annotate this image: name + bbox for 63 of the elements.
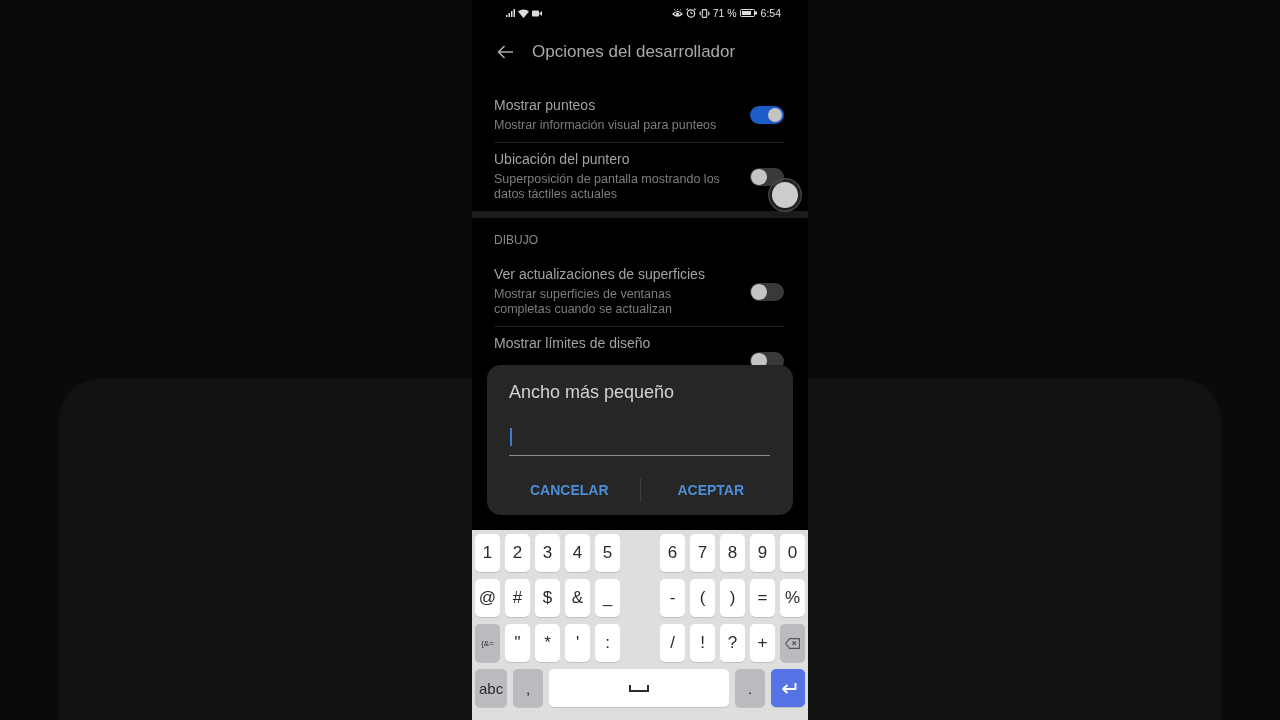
keyboard-key[interactable]: $ bbox=[535, 579, 560, 617]
keyboard-key[interactable]: ' bbox=[565, 624, 590, 662]
video-camera-icon bbox=[532, 9, 542, 17]
clock-time: 6:54 bbox=[760, 7, 781, 19]
keyboard-key[interactable]: 2 bbox=[505, 534, 530, 572]
keyboard-key[interactable]: ) bbox=[720, 579, 745, 617]
backspace-icon bbox=[785, 637, 800, 649]
keyboard-key[interactable]: - bbox=[660, 579, 685, 617]
wifi-icon bbox=[518, 8, 529, 18]
setting-summary: Mostrar superficies de ventanas completas cuando se actualizan bbox=[494, 287, 673, 317]
toggle-switch[interactable] bbox=[750, 167, 784, 186]
dialog-title: Ancho más pequeño bbox=[509, 381, 675, 403]
backspace-key[interactable] bbox=[780, 624, 805, 662]
keyboard-key[interactable]: 0 bbox=[780, 534, 805, 572]
setting-summary: Mostrar información visual para punteos bbox=[494, 118, 718, 133]
setting-title: Mostrar límites de diseño bbox=[494, 334, 651, 352]
space-bar-icon bbox=[629, 684, 650, 692]
setting-title: Ubicación del puntero bbox=[494, 150, 630, 168]
keyboard-key[interactable]: 9 bbox=[750, 534, 775, 572]
keyboard-key[interactable]: ! bbox=[690, 624, 715, 662]
keyboard-key[interactable]: * bbox=[535, 624, 560, 662]
keyboard-key[interactable]: & bbox=[565, 579, 590, 617]
keyboard-key[interactable]: # bbox=[505, 579, 530, 617]
keyboard-key[interactable]: {&= bbox=[475, 624, 500, 662]
keyboard-key[interactable]: / bbox=[660, 624, 685, 662]
section-header: DIBUJO bbox=[494, 232, 538, 248]
dialog-button[interactable]: CANCELAR bbox=[525, 476, 613, 504]
keyboard-key[interactable]: " bbox=[505, 624, 530, 662]
touch-point-icon bbox=[768, 178, 802, 212]
keyboard-key[interactable]: 8 bbox=[720, 534, 745, 572]
keyboard-key[interactable]: . bbox=[735, 669, 765, 707]
keyboard-key[interactable]: _ bbox=[595, 579, 620, 617]
return-arrow-icon bbox=[779, 681, 797, 695]
battery-icon bbox=[739, 9, 757, 17]
battery-percent: 71 % bbox=[712, 7, 737, 19]
setting-title: Ver actualizaciones de superficies bbox=[494, 265, 705, 283]
keyboard-key[interactable]: 7 bbox=[690, 534, 715, 572]
toggle-switch[interactable] bbox=[750, 106, 784, 124]
keyboard-key[interactable]: 5 bbox=[595, 534, 620, 572]
alarm-clock-icon bbox=[685, 8, 696, 18]
keyboard-key[interactable]: 3 bbox=[535, 534, 560, 572]
keyboard-key[interactable]: , bbox=[513, 669, 544, 707]
keyboard-key[interactable]: % bbox=[780, 579, 805, 617]
keyboard-key[interactable]: @ bbox=[475, 579, 500, 617]
keyboard-key[interactable]: ( bbox=[690, 579, 715, 617]
keyboard-key[interactable]: ? bbox=[720, 624, 745, 662]
keyboard-key[interactable]: 4 bbox=[565, 534, 590, 572]
keyboard-key[interactable]: 1 bbox=[475, 534, 500, 572]
setting-title: Mostrar punteos bbox=[494, 96, 596, 114]
dialog-button[interactable]: ACEPTAR bbox=[673, 476, 749, 504]
keyboard-key[interactable]: = bbox=[750, 579, 775, 617]
vibrate-icon bbox=[698, 8, 710, 18]
screen-title: Opciones del desarrollador bbox=[532, 41, 736, 63]
keyboard-key[interactable]: : bbox=[595, 624, 620, 662]
keyboard-key[interactable]: 6 bbox=[660, 534, 685, 572]
back-arrow-icon[interactable] bbox=[497, 45, 513, 59]
enter-key[interactable] bbox=[771, 669, 805, 707]
signal-icon bbox=[506, 9, 515, 17]
setting-summary: Superposición de pantalla mostrando los datos táctiles actuales bbox=[494, 172, 721, 202]
eye-icon bbox=[671, 8, 683, 18]
toggle-switch[interactable] bbox=[750, 282, 784, 301]
keyboard-key[interactable]: + bbox=[750, 624, 775, 662]
keyboard-key[interactable]: abc bbox=[475, 669, 508, 707]
